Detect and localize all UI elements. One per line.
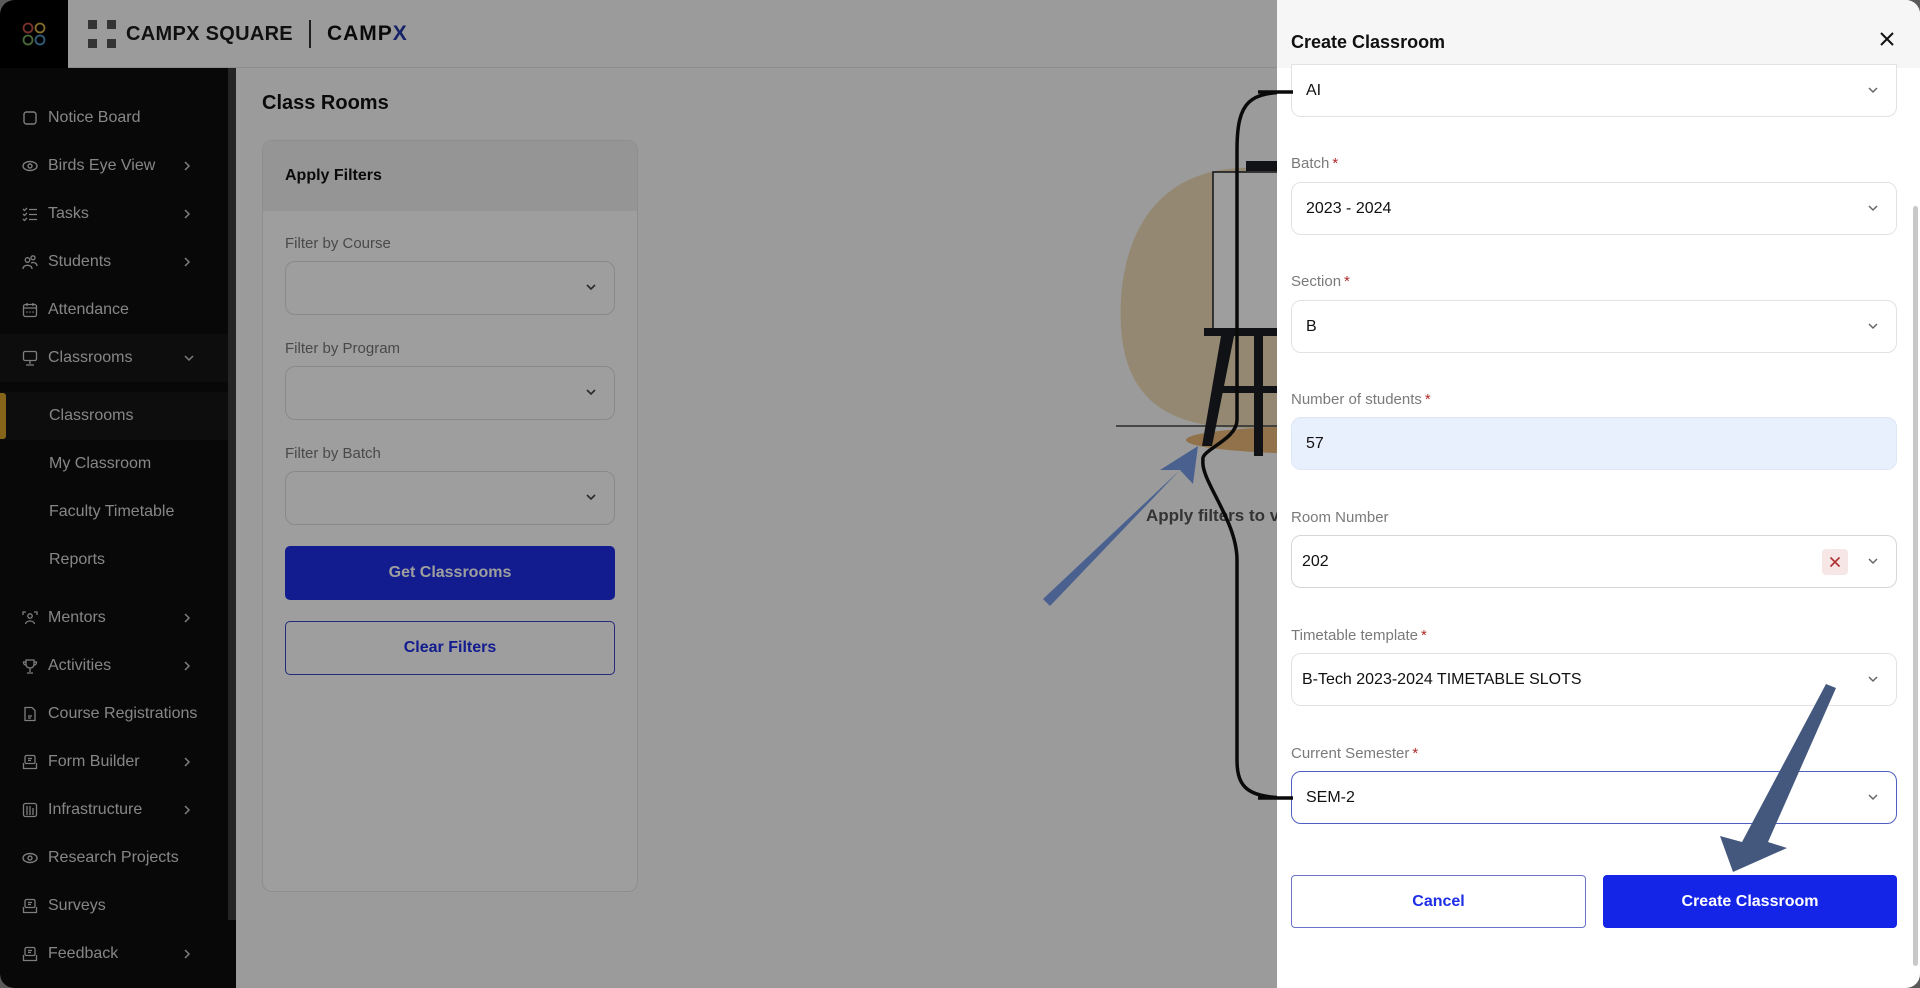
timetable-label: Timetable template * xyxy=(1291,627,1427,644)
clear-room-button[interactable] xyxy=(1822,549,1848,575)
timetable-value: B-Tech 2023-2024 TIMETABLE SLOTS xyxy=(1302,670,1582,688)
students-label: Number of students * xyxy=(1291,391,1431,408)
chevron-down-icon xyxy=(1866,790,1880,809)
drawer-header: Create Classroom xyxy=(1277,0,1920,68)
program-select[interactable]: AI xyxy=(1291,64,1897,117)
current-semester-select[interactable]: SEM-2 xyxy=(1291,771,1897,824)
students-label-text: Number of students xyxy=(1291,391,1422,408)
students-value: 57 xyxy=(1306,434,1324,452)
app-window: CAMPX SQUARE CAMPX Notice Board Birds Ey… xyxy=(0,0,1920,988)
cancel-button[interactable]: Cancel xyxy=(1291,875,1586,928)
section-select[interactable]: B xyxy=(1291,300,1897,353)
close-icon xyxy=(1880,32,1894,46)
batch-value: 2023 - 2024 xyxy=(1306,199,1392,217)
batch-label: Batch * xyxy=(1291,155,1338,172)
room-number-value: 202 xyxy=(1302,552,1329,570)
drawer-title: Create Classroom xyxy=(1291,32,1446,52)
room-number-label: Room Number xyxy=(1291,509,1389,526)
semester-label-text: Current Semester xyxy=(1291,745,1410,762)
required-mark: * xyxy=(1421,627,1427,644)
required-mark: * xyxy=(1424,391,1431,408)
required-mark: * xyxy=(1332,155,1339,172)
room-number-select[interactable]: 202 xyxy=(1291,535,1897,588)
timetable-template-select[interactable]: B-Tech 2023-2024 TIMETABLE SLOTS xyxy=(1291,653,1897,706)
program-value: AI xyxy=(1306,81,1322,99)
batch-select[interactable]: 2023 - 2024 xyxy=(1291,182,1897,235)
batch-label-text: Batch xyxy=(1291,155,1330,172)
chevron-down-icon xyxy=(1866,83,1880,102)
section-label: Section * xyxy=(1291,273,1350,290)
chevron-down-icon xyxy=(1866,672,1880,691)
drawer-scrollbar[interactable] xyxy=(1913,206,1918,966)
number-of-students-input[interactable]: 57 xyxy=(1291,417,1897,470)
required-mark: * xyxy=(1344,273,1350,290)
section-label-text: Section xyxy=(1291,273,1342,290)
close-button[interactable] xyxy=(1874,26,1900,52)
chevron-down-icon xyxy=(1866,319,1880,338)
timetable-label-text: Timetable template xyxy=(1291,627,1419,644)
required-mark: * xyxy=(1412,745,1419,762)
close-icon xyxy=(1829,556,1841,568)
section-value: B xyxy=(1306,317,1317,335)
chevron-down-icon xyxy=(1866,554,1880,573)
create-classroom-drawer: Create Classroom AI Batch * 2023 - 2024 S… xyxy=(1277,0,1920,988)
semester-label: Current Semester * xyxy=(1291,745,1418,762)
semester-value: SEM-2 xyxy=(1306,788,1355,806)
chevron-down-icon xyxy=(1866,201,1880,220)
create-classroom-button[interactable]: Create Classroom xyxy=(1603,875,1897,928)
